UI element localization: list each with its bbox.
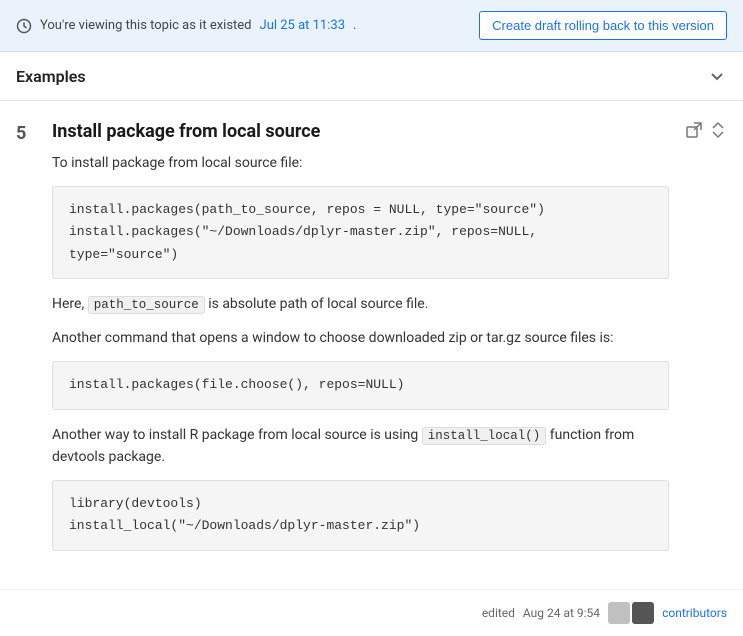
clock-icon (16, 18, 32, 34)
code-block-3: library(devtools) install_local("~/Downl… (52, 480, 669, 550)
contributors-link[interactable]: contributors (662, 606, 727, 620)
inline-code-2: install_local() (422, 427, 547, 445)
entry-number: 5 (16, 121, 36, 144)
note-text-after: is absolute path of local source file. (208, 296, 428, 312)
banner-viewing-text: You're viewing this topic as it existed (40, 18, 252, 33)
create-draft-button[interactable]: Create draft rolling back to this versio… (479, 11, 727, 40)
chevron-down-icon[interactable] (707, 66, 727, 86)
code-line: install.packages(file.choose(), repos=NU… (69, 374, 652, 396)
code-line: install.packages(path_to_source, repos =… (69, 199, 652, 221)
banner-date-link[interactable]: Jul 25 at 11:33 (260, 18, 345, 33)
history-banner: You're viewing this topic as it existed … (0, 0, 743, 52)
inline-code-1: path_to_source (88, 296, 205, 314)
entry-title: Install package from local source (52, 121, 669, 142)
avatar-1 (608, 602, 630, 624)
content-area: 5 Install package from local source To i… (0, 101, 743, 581)
entry-note-2: Another command that opens a window to c… (52, 327, 669, 349)
entry-intro-text: To install package from local source fil… (52, 152, 669, 174)
entry-note-3: Another way to install R package from lo… (52, 424, 669, 469)
banner-message: You're viewing this topic as it existed … (16, 18, 356, 34)
note-text-before: Here, (52, 296, 84, 312)
entry-body: Install package from local source To ins… (52, 121, 669, 565)
avatar-2 (632, 602, 654, 624)
code-line: install_local("~/Downloads/dplyr-master.… (69, 515, 652, 537)
code-block-1: install.packages(path_to_source, repos =… (52, 186, 669, 278)
code-line: library(devtools) (69, 493, 652, 515)
collapse-icon[interactable] (709, 121, 727, 139)
entry-row: 5 Install package from local source To i… (16, 121, 727, 565)
avatar-group (608, 602, 654, 624)
edited-label: edited (482, 606, 515, 620)
edited-date: Aug 24 at 9:54 (523, 606, 600, 620)
entry-footer: edited Aug 24 at 9:54 contributors (0, 589, 743, 636)
external-link-icon[interactable] (685, 121, 703, 139)
entry-actions (685, 121, 727, 139)
code-line: install.packages("~/Downloads/dplyr-mast… (69, 221, 652, 265)
entry-note-1: Here, path_to_source is absolute path of… (52, 293, 669, 315)
section-title: Examples (16, 67, 86, 86)
note-text-3-before: Another way to install R package from lo… (52, 427, 418, 443)
section-header: Examples (0, 52, 743, 101)
code-block-2: install.packages(file.choose(), repos=NU… (52, 361, 669, 409)
